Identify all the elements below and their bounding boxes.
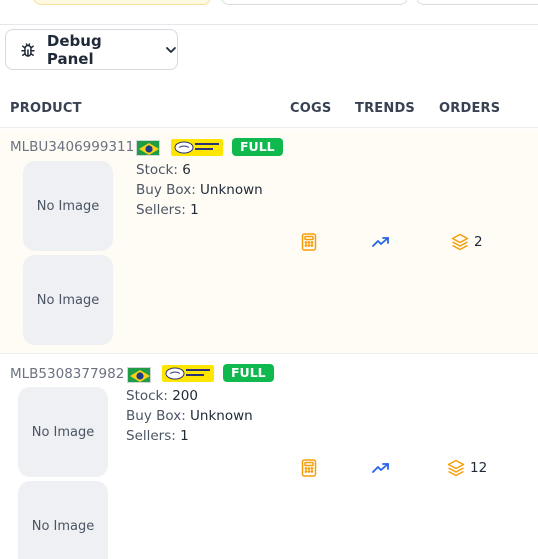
layers-icon[interactable] <box>447 459 465 477</box>
brazil-flag-icon <box>127 367 151 383</box>
stock-stat: Stock: 200 <box>126 388 198 404</box>
orders-count: 12 <box>470 460 488 476</box>
stock-value: 6 <box>182 162 191 178</box>
product-sku[interactable]: MLB5308377982 <box>10 366 124 382</box>
trending-up-icon[interactable] <box>372 462 390 474</box>
product-image-placeholder: No Image <box>18 387 108 477</box>
debug-panel-label: Debug Panel <box>46 31 102 68</box>
top-filter-strip <box>0 0 538 25</box>
product-sku[interactable]: MLBU3406999311 <box>10 139 134 155</box>
table-header: PRODUCT COGS TRENDS ORDERS <box>0 86 538 128</box>
chevron-down-icon <box>166 46 176 53</box>
table-row: MLBU3406999311 FULL No Image No Image St… <box>0 129 538 354</box>
column-header-cogs[interactable]: COGS <box>290 101 331 116</box>
full-badge: FULL <box>232 138 283 156</box>
sellers-value: 1 <box>180 428 189 444</box>
buybox-value: Unknown <box>190 408 253 424</box>
layers-icon[interactable] <box>451 233 469 251</box>
buybox-stat: Buy Box: Unknown <box>136 182 263 198</box>
table-row: MLB5308377982 FULL No Image No Image Sto… <box>0 356 538 559</box>
mercado-livre-logo <box>162 365 214 382</box>
buybox-stat: Buy Box: Unknown <box>126 408 253 424</box>
buybox-value: Unknown <box>200 182 263 198</box>
calculator-icon[interactable] <box>301 459 317 477</box>
filter-pill[interactable] <box>221 0 408 5</box>
column-header-trends[interactable]: TRENDS <box>355 101 415 116</box>
column-header-product[interactable]: PRODUCT <box>10 101 82 116</box>
stock-stat: Stock: 6 <box>136 162 191 178</box>
product-image-placeholder: No Image <box>23 161 113 251</box>
bug-icon <box>21 42 35 57</box>
stock-value: 200 <box>172 388 198 404</box>
filter-pill-active[interactable] <box>33 0 211 5</box>
trending-up-icon[interactable] <box>372 236 390 248</box>
debug-panel-button[interactable]: Debug Panel <box>5 29 178 70</box>
mercado-livre-logo <box>171 139 223 156</box>
sellers-stat: Sellers: 1 <box>136 202 199 218</box>
brazil-flag-icon <box>136 140 160 156</box>
column-header-orders[interactable]: ORDERS <box>439 101 500 116</box>
calculator-icon[interactable] <box>301 233 317 251</box>
product-image-placeholder: No Image <box>18 481 108 559</box>
filter-pill[interactable] <box>416 0 538 5</box>
orders-count: 2 <box>474 234 483 250</box>
product-image-placeholder: No Image <box>23 255 113 345</box>
full-badge: FULL <box>223 364 274 382</box>
sellers-stat: Sellers: 1 <box>126 428 189 444</box>
sellers-value: 1 <box>190 202 199 218</box>
